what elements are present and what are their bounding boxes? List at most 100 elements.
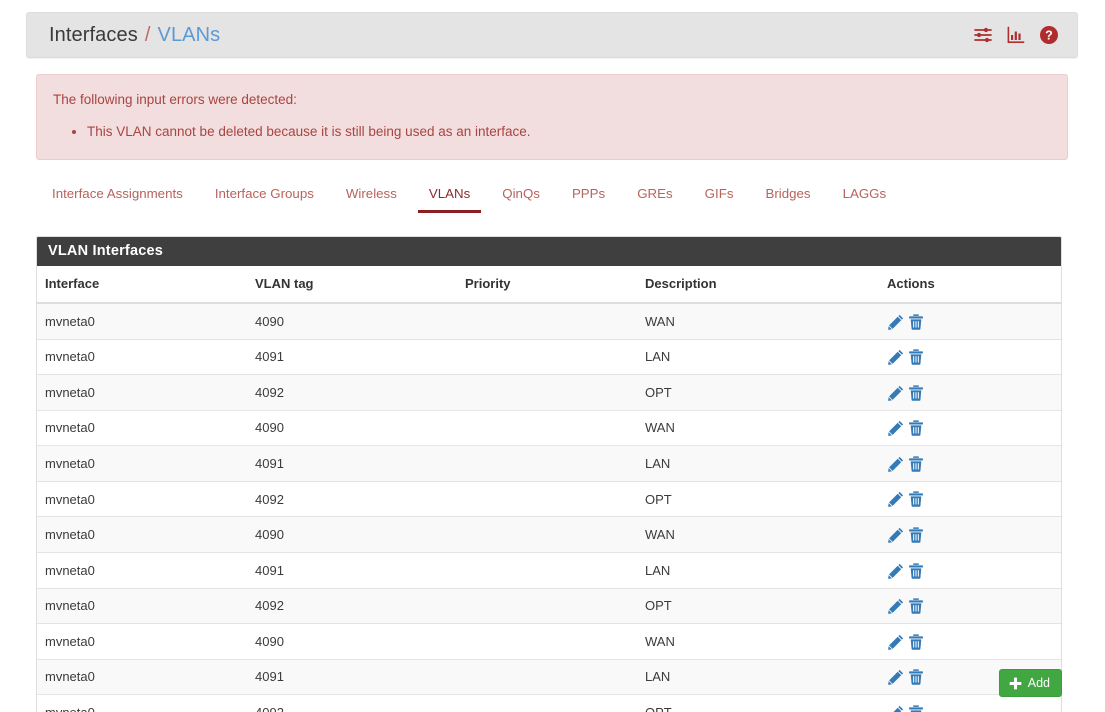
delete-icon[interactable] [908, 634, 924, 650]
column-header-vlan-tag: VLAN tag [247, 266, 457, 304]
delete-icon[interactable] [908, 705, 924, 712]
breadcrumb-root[interactable]: Interfaces [49, 24, 138, 47]
cell-interface: mvneta0 [37, 338, 247, 375]
edit-icon[interactable] [888, 563, 904, 579]
table-row: mvneta04092 OPT [37, 374, 1061, 411]
cell-interface: mvneta0 [37, 551, 247, 588]
edit-icon[interactable] [888, 705, 904, 712]
panel-title: VLAN Interfaces [37, 237, 1061, 266]
delete-icon[interactable] [908, 385, 924, 401]
table-footer-actions: Add [36, 669, 1062, 697]
cell-priority [457, 587, 637, 624]
edit-icon[interactable] [888, 349, 904, 365]
cell-vlan-tag: 4091 [247, 551, 457, 588]
table-row: mvneta0 4091 LAN [37, 338, 1061, 375]
cell-vlan-tag: 4091 [247, 338, 457, 375]
cell-interface: mvneta0 [37, 623, 247, 660]
cell-interface: mvneta0 [37, 516, 247, 553]
cell-description: LAN [637, 445, 879, 482]
cell-priority [457, 374, 637, 411]
tab-gres[interactable]: GREs [621, 181, 688, 213]
cell-description: OPT [637, 694, 879, 712]
cell-actions [879, 694, 1061, 712]
tab-laggs[interactable]: LAGGs [827, 181, 903, 213]
edit-icon[interactable] [888, 314, 904, 330]
cell-actions [879, 623, 1061, 660]
cell-interface: mvneta0 [37, 374, 247, 411]
cell-description: WAN [637, 302, 879, 340]
alert-item: This VLAN cannot be deleted because it i… [87, 123, 1051, 141]
add-vlan-label: Add [1027, 676, 1050, 690]
breadcrumb-separator: / [144, 23, 151, 46]
tab-ppps[interactable]: PPPs [556, 181, 621, 213]
cell-actions [879, 409, 1061, 446]
tab-interface-groups[interactable]: Interface Groups [199, 181, 330, 213]
vlan-table: Interface VLAN tag Priority Description … [37, 266, 1061, 712]
edit-icon[interactable] [888, 634, 904, 650]
breadcrumb-current[interactable]: VLANs [158, 24, 221, 47]
input-error-alert: The following input errors were detected… [36, 74, 1068, 160]
delete-icon[interactable] [908, 313, 924, 330]
vlans-page: Interfaces / VLANs ? The following input… [0, 0, 1105, 712]
chart-icon[interactable] [1006, 25, 1026, 45]
add-vlan-button[interactable]: Add [998, 669, 1062, 697]
cell-priority [457, 623, 637, 660]
cell-priority [457, 551, 637, 588]
help-icon[interactable]: ? [1039, 25, 1059, 45]
edit-icon[interactable] [888, 456, 904, 472]
delete-icon[interactable] [908, 420, 924, 436]
edit-icon[interactable] [888, 385, 904, 401]
tab-qinqs[interactable]: QinQs [486, 181, 556, 213]
vlan-table-head: Interface VLAN tag Priority Description … [37, 266, 1061, 304]
tab-bridges[interactable]: Bridges [749, 181, 826, 213]
edit-icon[interactable] [888, 420, 904, 437]
cell-vlan-tag: 4091 [247, 445, 457, 482]
cell-priority [457, 516, 637, 553]
table-row: mvneta0 4090 WAN [37, 516, 1061, 553]
cell-description: WAN [637, 409, 879, 446]
cell-actions [879, 445, 1061, 482]
cell-actions [879, 302, 1061, 340]
edit-icon[interactable] [888, 527, 904, 543]
header-icon-group: ? [973, 25, 1059, 45]
edit-icon[interactable] [888, 598, 904, 614]
cell-description: OPT [637, 480, 879, 517]
column-header-description: Description [637, 266, 879, 304]
tab-wireless[interactable]: Wireless [330, 181, 413, 213]
table-row: mvneta0 4090 WAN [37, 302, 1061, 340]
delete-icon[interactable] [908, 491, 924, 508]
cell-interface: mvneta0 [37, 302, 247, 340]
breadcrumb: Interfaces / VLANs [49, 24, 220, 47]
table-row: mvneta0 4091 LAN [37, 551, 1061, 588]
cell-vlan-tag: 4092 [247, 587, 457, 624]
cell-interface: mvneta0 [37, 409, 247, 446]
tab-gifs[interactable]: GIFs [689, 181, 750, 213]
cell-interface: mvneta0 [37, 587, 247, 624]
vlan-interfaces-panel: VLAN Interfaces Interface VLAN tag Prior… [36, 236, 1062, 712]
edit-icon[interactable] [888, 491, 904, 508]
cell-vlan-tag: 4090 [247, 302, 457, 340]
tab-vlans[interactable]: VLANs [413, 181, 486, 213]
interfaces-tab-bar: Interface Assignments Interface Groups W… [36, 181, 1068, 217]
table-row: mvneta04092 OPT [37, 480, 1061, 517]
cell-actions [879, 516, 1061, 553]
delete-icon[interactable] [908, 598, 924, 614]
cell-interface: mvneta0 [37, 694, 247, 712]
delete-icon[interactable] [908, 349, 924, 365]
cell-description: LAN [637, 551, 879, 588]
table-header-row: Interface VLAN tag Priority Description … [37, 266, 1061, 304]
cell-actions [879, 374, 1061, 411]
delete-icon[interactable] [908, 562, 924, 579]
cell-interface: mvneta0 [37, 445, 247, 482]
delete-icon[interactable] [908, 527, 924, 543]
sliders-icon[interactable] [973, 25, 993, 45]
cell-interface: mvneta0 [37, 480, 247, 517]
delete-icon[interactable] [908, 456, 924, 472]
table-row: mvneta0 4090 WAN [37, 623, 1061, 660]
plus-icon [1009, 677, 1022, 690]
vlan-table-body: mvneta0 4090 WAN mvneta0 4091 LAN mvneta0 4092 O… [37, 302, 1061, 712]
tab-interface-assignments[interactable]: Interface Assignments [36, 181, 199, 213]
cell-description: OPT [637, 587, 879, 624]
table-row: mvneta0 4091 LAN [37, 445, 1061, 482]
cell-vlan-tag: 4092 [247, 694, 457, 712]
